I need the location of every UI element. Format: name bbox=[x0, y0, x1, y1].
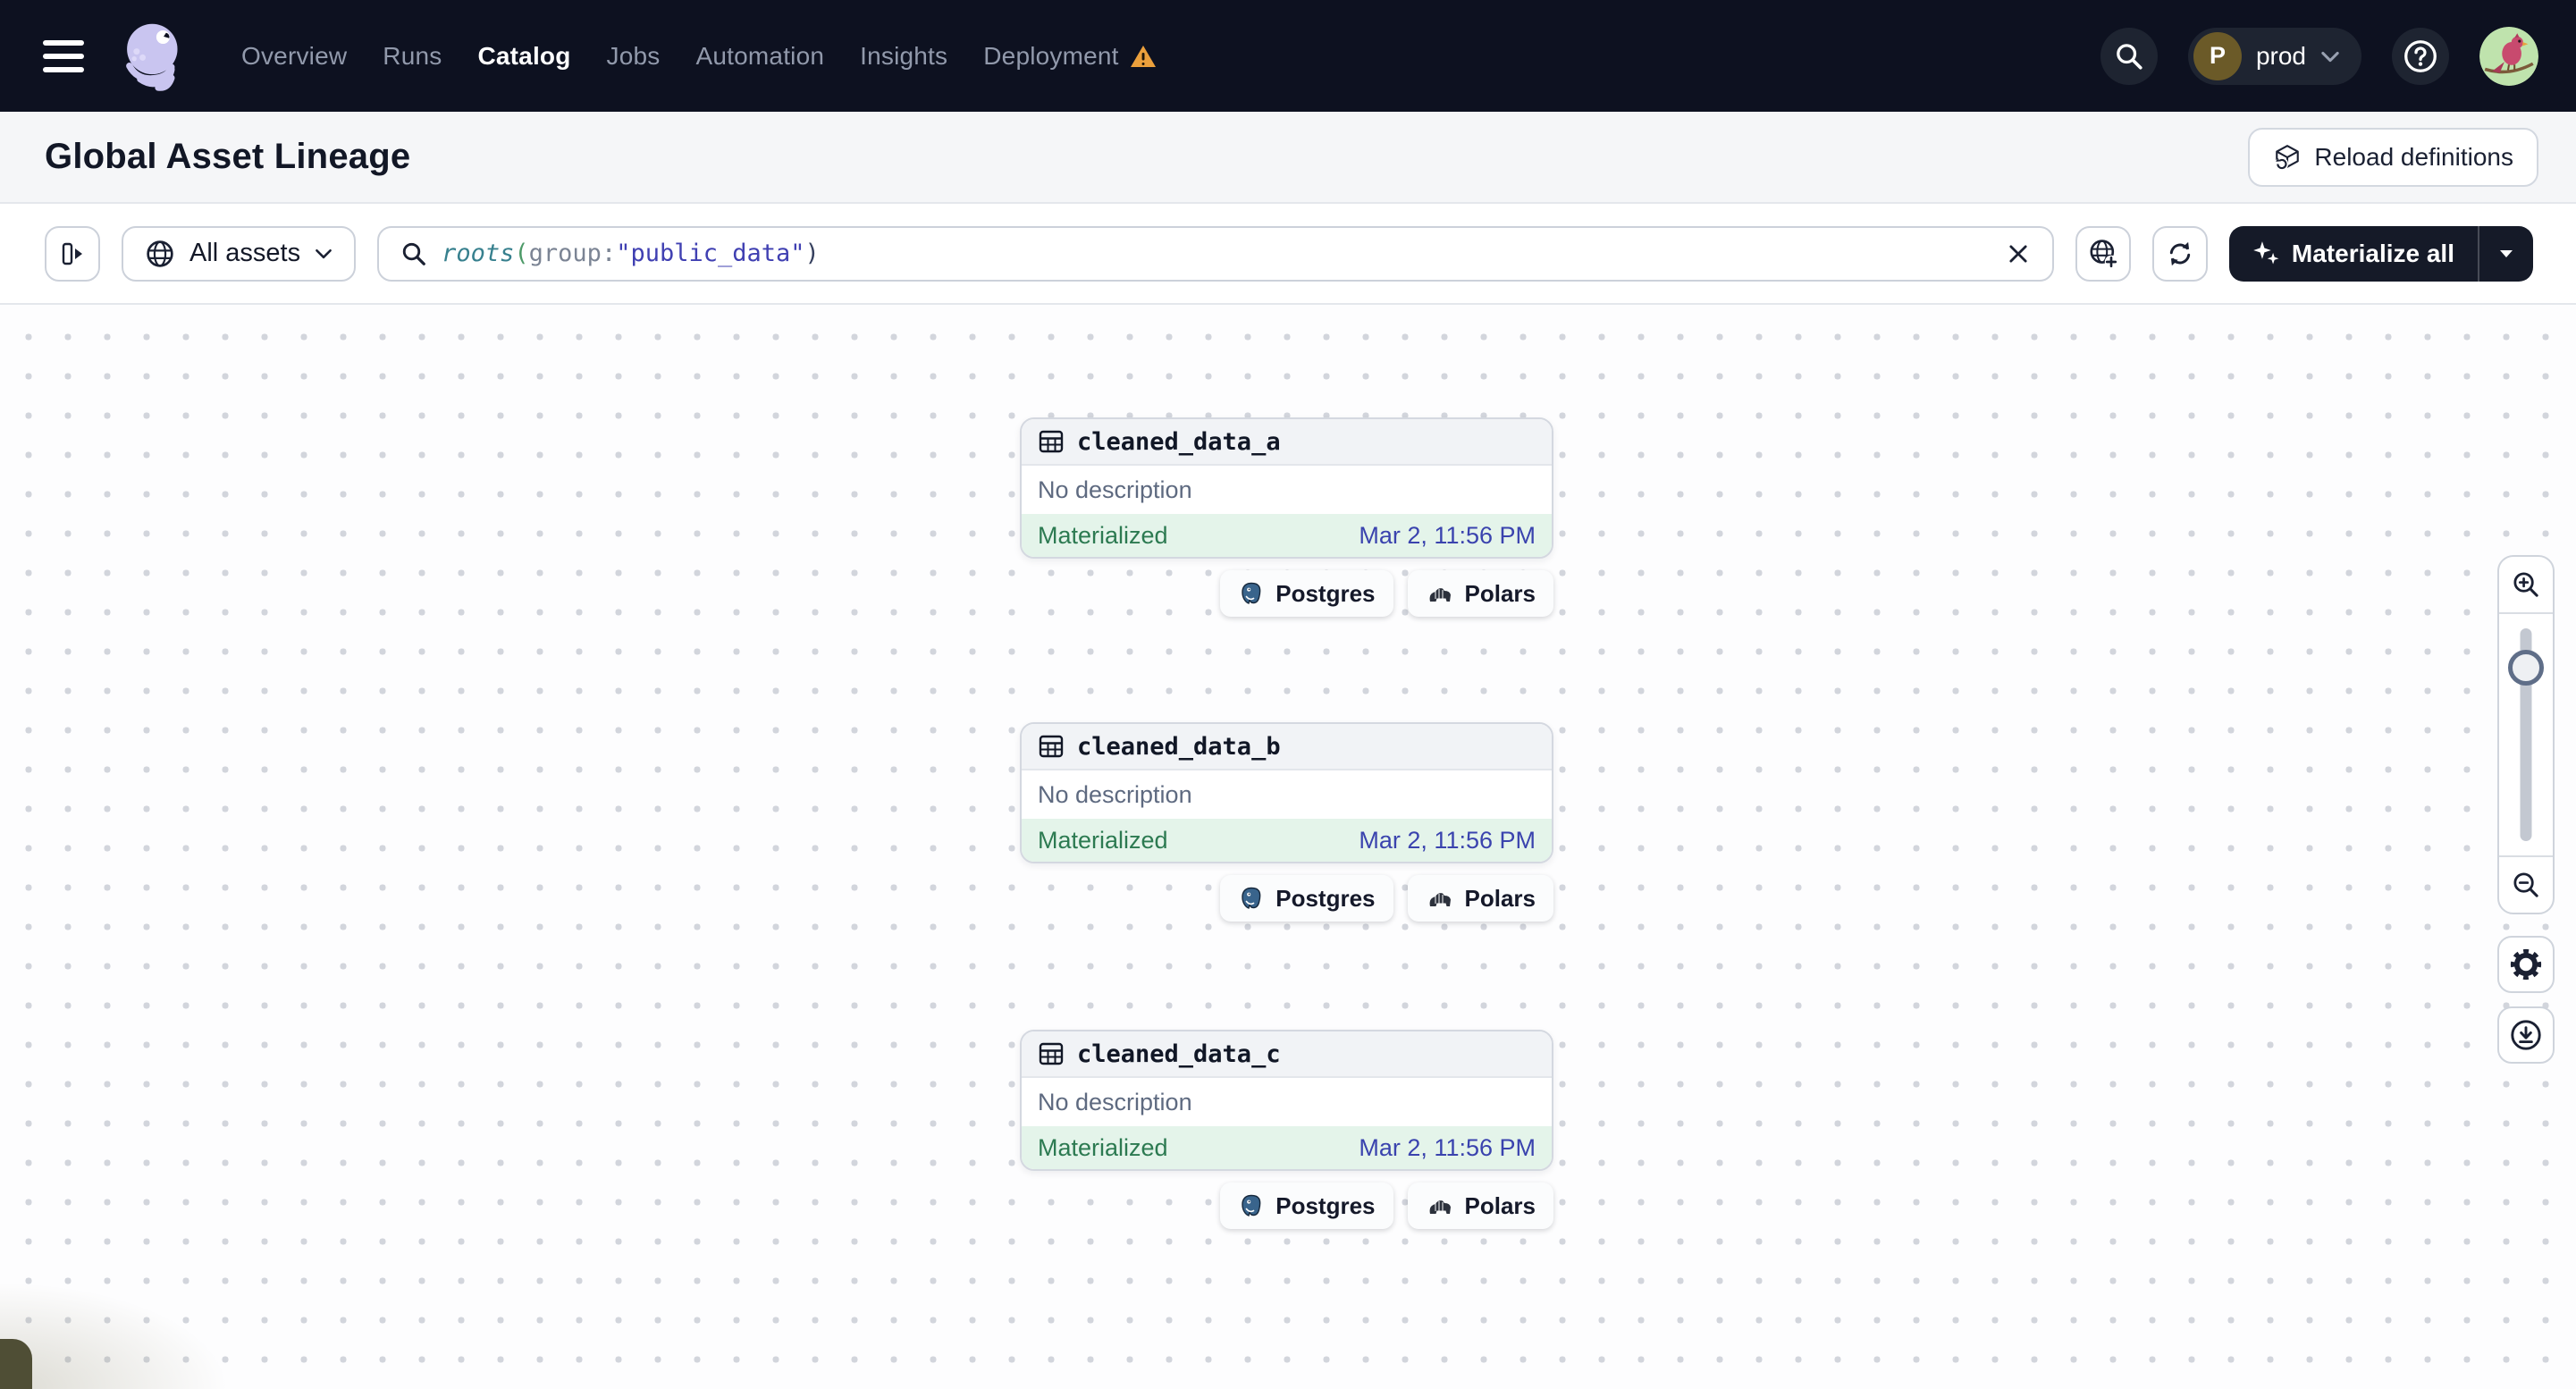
zoom-control-panel bbox=[2497, 555, 2555, 914]
question-mark-icon bbox=[2403, 38, 2438, 74]
refresh-icon bbox=[2165, 239, 2195, 269]
asset-selection-input[interactable]: roots ( group : "public_data" ) bbox=[377, 225, 2054, 282]
materialization-timestamp[interactable]: Mar 2, 11:56 PM bbox=[1359, 1134, 1536, 1162]
zoom-slider-thumb[interactable] bbox=[2508, 650, 2544, 686]
table-icon bbox=[1038, 428, 1065, 455]
clear-search-icon[interactable] bbox=[2006, 241, 2031, 266]
nav-jobs[interactable]: Jobs bbox=[607, 42, 661, 71]
asset-node-header: cleaned_data_b bbox=[1022, 724, 1552, 770]
asset-selection-query: roots ( group : "public_data" ) bbox=[442, 240, 820, 267]
asset-node-cleaned_data_b[interactable]: cleaned_data_b No description Materializ… bbox=[1020, 722, 1553, 863]
refresh-button[interactable] bbox=[2151, 225, 2208, 282]
search-icon bbox=[2114, 41, 2144, 72]
menu-icon[interactable] bbox=[43, 39, 84, 72]
polars-icon bbox=[1426, 583, 1454, 604]
sparkles-icon bbox=[2252, 240, 2279, 267]
asset-node-cleaned_data_a[interactable]: cleaned_data_a No description Materializ… bbox=[1020, 417, 1553, 559]
reload-cube-icon bbox=[2273, 143, 2302, 172]
status-badge: Materialized bbox=[1038, 826, 1168, 854]
dagster-logo-icon[interactable] bbox=[116, 18, 193, 95]
help-button[interactable] bbox=[2392, 27, 2449, 85]
user-avatar[interactable] bbox=[2479, 26, 2538, 86]
open-left-panel-button[interactable] bbox=[45, 225, 100, 282]
nav-deployment[interactable]: Deployment bbox=[983, 42, 1156, 71]
asset-node-description: No description bbox=[1038, 476, 1192, 503]
polars-icon bbox=[1426, 1195, 1454, 1216]
asset-node-cleaned_data_c[interactable]: cleaned_data_c No description Materializ… bbox=[1020, 1030, 1553, 1171]
status-badge: Materialized bbox=[1038, 521, 1168, 549]
asset-tags: Postgres Polars bbox=[1020, 1183, 1553, 1229]
tag-polars[interactable]: Polars bbox=[1407, 570, 1553, 617]
postgres-icon bbox=[1238, 1192, 1265, 1219]
chevron-down-icon bbox=[315, 248, 333, 259]
asset-node-status-row: Materialized Mar 2, 11:56 PM bbox=[1022, 514, 1552, 557]
reload-definitions-button[interactable]: Reload definitions bbox=[2248, 127, 2538, 187]
global-search-button[interactable] bbox=[2100, 27, 2158, 85]
materialize-all-button[interactable]: Materialize all bbox=[2229, 226, 2478, 282]
asset-scope-dropdown[interactable]: All assets bbox=[122, 225, 357, 282]
asset-group: cleaned_data_a No description Materializ… bbox=[1020, 417, 1553, 617]
lineage-settings-button[interactable] bbox=[2497, 936, 2555, 993]
deployment-switcher[interactable]: P prod bbox=[2187, 27, 2361, 85]
deployment-initial-badge: P bbox=[2193, 31, 2242, 80]
nav-insights[interactable]: Insights bbox=[860, 42, 947, 71]
page-title: Global Asset Lineage bbox=[45, 137, 411, 176]
download-icon bbox=[2509, 1018, 2543, 1052]
nav-catalog[interactable]: Catalog bbox=[477, 42, 570, 71]
zoom-in-button[interactable] bbox=[2499, 557, 2553, 614]
nav-runs[interactable]: Runs bbox=[383, 42, 442, 71]
primary-nav: Overview Runs Catalog Jobs Automation In… bbox=[241, 42, 1157, 71]
top-nav-bar: Overview Runs Catalog Jobs Automation In… bbox=[0, 0, 2576, 112]
gear-icon bbox=[2509, 947, 2543, 981]
nav-automation[interactable]: Automation bbox=[696, 42, 825, 71]
materialization-timestamp[interactable]: Mar 2, 11:56 PM bbox=[1359, 522, 1536, 550]
lineage-toolbar: All assets roots ( group : "public_data"… bbox=[0, 204, 2576, 305]
table-icon bbox=[1038, 733, 1065, 760]
materialize-options-caret[interactable] bbox=[2478, 225, 2533, 282]
asset-node-header: cleaned_data_c bbox=[1022, 1031, 1552, 1078]
zoom-in-icon bbox=[2511, 569, 2541, 600]
asset-tags: Postgres Polars bbox=[1020, 875, 1553, 922]
asset-node-status-row: Materialized Mar 2, 11:56 PM bbox=[1022, 819, 1552, 862]
nav-overview[interactable]: Overview bbox=[241, 42, 347, 71]
view-global-lineage-button[interactable] bbox=[2075, 225, 2131, 282]
tag-postgres[interactable]: Postgres bbox=[1220, 1183, 1393, 1229]
tag-polars[interactable]: Polars bbox=[1407, 1183, 1553, 1229]
postgres-icon bbox=[1238, 885, 1265, 912]
asset-group: cleaned_data_c No description Materializ… bbox=[1020, 1030, 1553, 1229]
canvas-corner-artifact bbox=[0, 1339, 32, 1389]
tag-polars[interactable]: Polars bbox=[1407, 875, 1553, 922]
asset-node-description: No description bbox=[1038, 1088, 1192, 1115]
canvas-corner-shadow bbox=[0, 1264, 268, 1389]
asset-group: cleaned_data_b No description Materializ… bbox=[1020, 722, 1553, 922]
materialization-timestamp[interactable]: Mar 2, 11:56 PM bbox=[1359, 827, 1536, 854]
polars-icon bbox=[1426, 888, 1454, 909]
asset-node-header: cleaned_data_a bbox=[1022, 419, 1552, 466]
tag-postgres[interactable]: Postgres bbox=[1220, 570, 1393, 617]
asset-node-status-row: Materialized Mar 2, 11:56 PM bbox=[1022, 1126, 1552, 1169]
globe-icon bbox=[145, 239, 175, 269]
postgres-icon bbox=[1238, 580, 1265, 607]
download-image-button[interactable] bbox=[2497, 1006, 2555, 1064]
chevron-down-icon bbox=[2320, 50, 2340, 63]
search-icon bbox=[400, 240, 427, 267]
zoom-out-button[interactable] bbox=[2499, 855, 2553, 913]
table-icon bbox=[1038, 1040, 1065, 1067]
zoom-out-icon bbox=[2511, 870, 2541, 900]
asset-tags: Postgres Polars bbox=[1020, 570, 1553, 617]
deployment-warning-icon bbox=[1130, 44, 1157, 69]
page-header: Global Asset Lineage Reload definitions bbox=[0, 112, 2576, 204]
zoom-slider[interactable] bbox=[2499, 614, 2553, 855]
panel-toggle-icon bbox=[58, 240, 87, 267]
globe-add-icon bbox=[2087, 238, 2119, 270]
asset-node-description: No description bbox=[1038, 780, 1192, 808]
lineage-canvas[interactable]: cleaned_data_a No description Materializ… bbox=[0, 305, 2576, 1389]
materialize-all-button-group: Materialize all bbox=[2228, 225, 2533, 282]
tag-postgres[interactable]: Postgres bbox=[1220, 875, 1393, 922]
status-badge: Materialized bbox=[1038, 1133, 1168, 1161]
deployment-name: prod bbox=[2255, 41, 2306, 70]
